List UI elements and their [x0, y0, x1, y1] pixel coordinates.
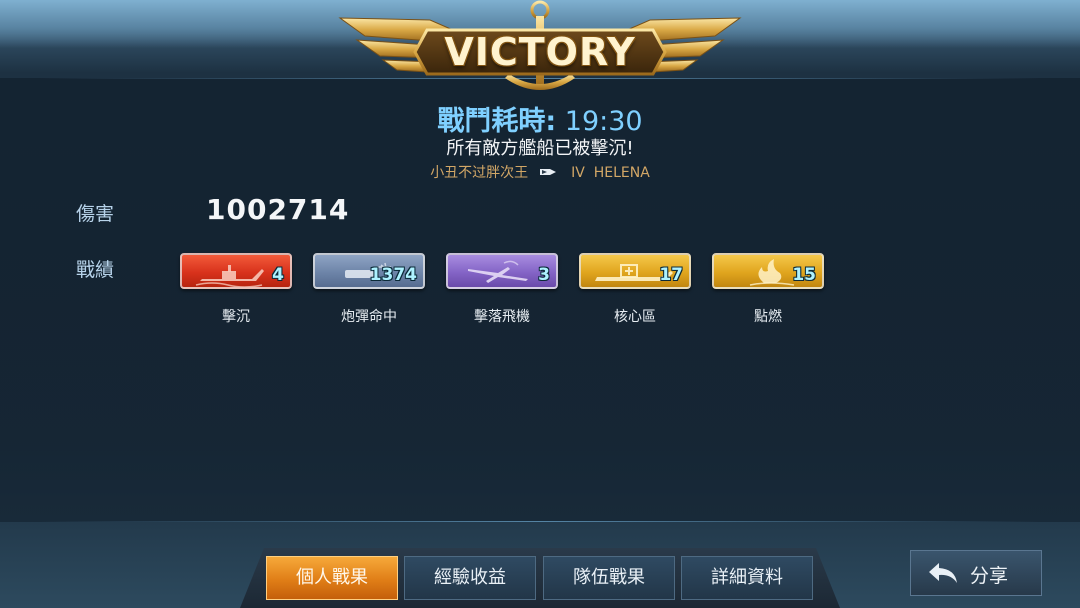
tab-team-results[interactable]: 隊伍戰果 [543, 556, 675, 600]
medal-planes-shot-down[interactable]: 3 [446, 253, 558, 289]
medal-count: 15 [792, 265, 816, 285]
divider [40, 521, 1040, 522]
player-name: 小丑不过胖次王 [430, 165, 529, 181]
medal-label: 擊落飛機 [474, 309, 530, 325]
back-arrow-icon [927, 560, 959, 591]
ship-tier: IV [571, 165, 585, 181]
duration-label: 戰鬥耗時: [437, 106, 557, 137]
victory-title: VICTORY [444, 30, 636, 74]
medal-count: 3 [538, 265, 550, 285]
medal-citadel[interactable]: 17 [579, 253, 691, 289]
tab-personal-results[interactable]: 個人戰果 [266, 556, 398, 600]
medal-label: 擊沉 [222, 309, 250, 325]
ship-class-icon [539, 165, 557, 181]
ship-name: HELENA [593, 165, 650, 181]
player-info: 小丑不过胖次王 IV HELENA [0, 162, 1080, 182]
share-button[interactable]: 分享 [910, 550, 1042, 596]
medal-fire[interactable]: 15 [712, 253, 824, 289]
damage-value: 1002714 [206, 193, 350, 226]
medal-count: 4 [272, 265, 284, 285]
achievements-label: 戰績 [76, 259, 115, 281]
share-label: 分享 [970, 565, 1009, 587]
medal-count: 17 [659, 265, 683, 285]
damage-label: 傷害 [76, 203, 115, 225]
duration-value: 19:30 [564, 106, 643, 137]
tab-detailed-info[interactable]: 詳細資料 [681, 556, 813, 600]
medal-label: 核心區 [614, 309, 656, 325]
battle-duration: 戰鬥耗時: 19:30 [0, 99, 1080, 138]
medal-sinking[interactable]: 4 [180, 253, 292, 289]
medal-label: 點燃 [754, 309, 782, 325]
victory-emblem: VICTORY [335, 0, 745, 100]
medal-count: 1374 [369, 265, 417, 285]
result-message: 所有敵方艦船已被擊沉! [446, 138, 634, 159]
tab-experience-gain[interactable]: 經驗收益 [404, 556, 536, 600]
medal-shell-hits[interactable]: 1374 [313, 253, 425, 289]
medal-label: 炮彈命中 [341, 309, 397, 325]
